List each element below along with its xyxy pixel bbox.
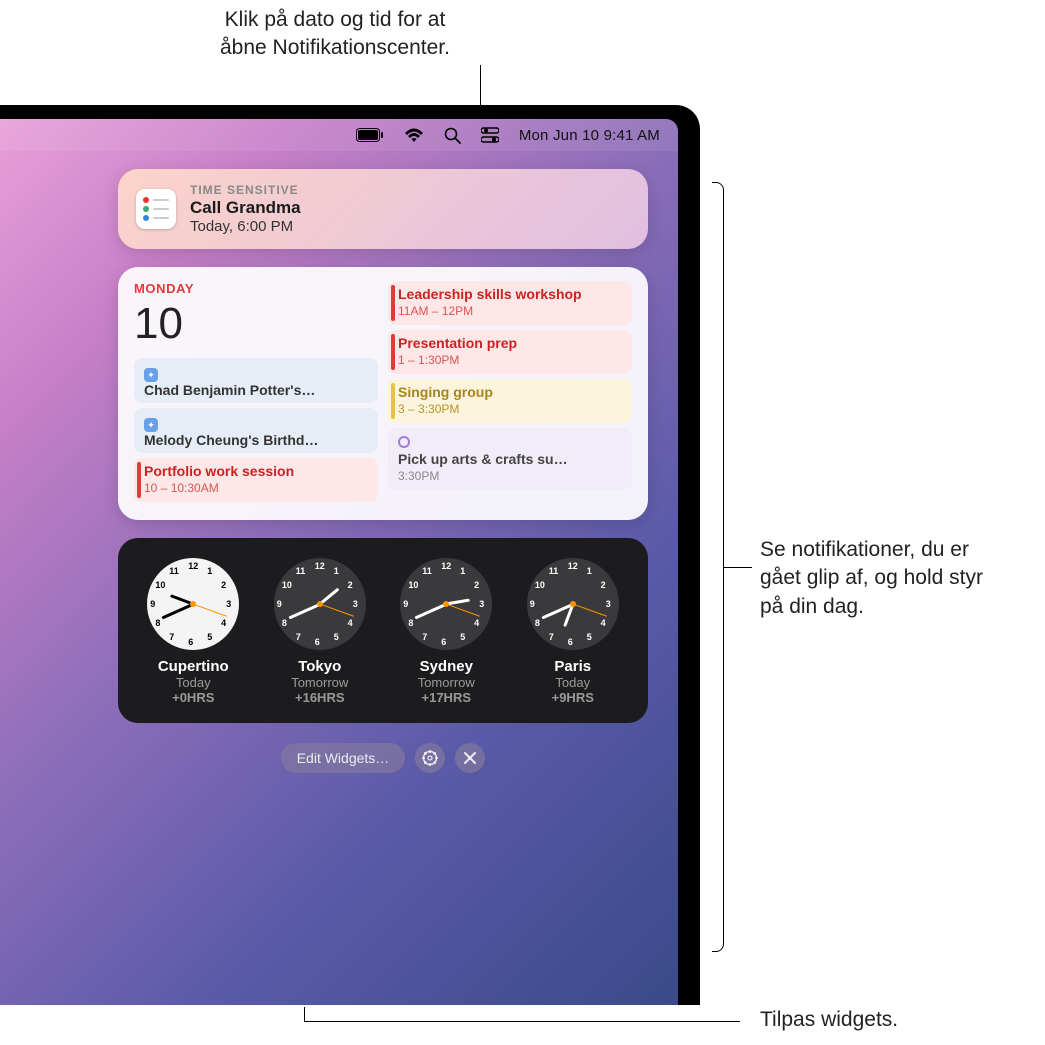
notification-card[interactable]: TIME SENSITIVE Call Grandma Today, 6:00 … [118, 169, 648, 249]
close-button[interactable] [455, 743, 485, 773]
edit-widgets-button[interactable]: Edit Widgets… [281, 743, 406, 773]
settings-gear-button[interactable] [415, 743, 445, 773]
clock-city-label: Cupertino [147, 658, 239, 675]
clock-tokyo: 123456789101112 TokyoTomorrow+16HRS [274, 558, 366, 705]
battery-icon[interactable] [356, 128, 384, 142]
clock-city-label: Sydney [400, 658, 492, 675]
control-center-icon[interactable] [481, 127, 499, 143]
calendar-widget[interactable]: MONDAY 10 ✦Chad Benjamin Potter's… ✦Melod… [118, 267, 648, 520]
calendar-day-number: 10 [134, 302, 378, 346]
calendar-day-label: MONDAY [134, 281, 378, 296]
laptop-frame: Mon Jun 10 9:41 AM TIME SENSITIVE Call G… [0, 105, 700, 1005]
spotlight-icon[interactable] [444, 127, 461, 144]
clock-day-label: Today [147, 675, 239, 690]
callout-bottom: Tilpas widgets. [760, 1006, 898, 1034]
callout-line [724, 567, 752, 568]
wifi-icon[interactable] [404, 128, 424, 143]
clock-face: 123456789101112 [527, 558, 619, 650]
menubar-datetime[interactable]: Mon Jun 10 9:41 AM [519, 127, 660, 144]
notification-body: TIME SENSITIVE Call Grandma Today, 6:00 … [190, 183, 630, 235]
notification-title: Call Grandma [190, 198, 630, 218]
calendar-event[interactable]: Leadership skills workshop11AM – 12PM [388, 281, 632, 325]
callout-top: Klik på dato og tid for atåbne Notifikat… [170, 6, 500, 63]
calendar-event[interactable]: Presentation prep1 – 1:30PM [388, 330, 632, 374]
clock-sydney: 123456789101112 SydneyTomorrow+17HRS [400, 558, 492, 705]
callout-right: Se notifikationer, du ergået glip af, og… [760, 536, 1035, 621]
clock-offset-label: +16HRS [274, 690, 366, 705]
notification-subtitle: Today, 6:00 PM [190, 218, 630, 235]
calendar-event[interactable]: ✦Chad Benjamin Potter's… [134, 358, 378, 403]
callout-bracket [712, 182, 724, 952]
clock-face: 123456789101112 [274, 558, 366, 650]
callout-line [304, 1021, 740, 1022]
clock-city-label: Paris [527, 658, 619, 675]
callout-line [304, 1007, 305, 1021]
clock-day-label: Today [527, 675, 619, 690]
calendar-event[interactable]: Singing group3 – 3:30PM [388, 379, 632, 423]
clock-cupertino: 123456789101112 CupertinoToday+0HRS [147, 558, 239, 705]
world-clock-widget[interactable]: 123456789101112CupertinoToday+0HRS123456… [118, 538, 648, 723]
clock-offset-label: +17HRS [400, 690, 492, 705]
edit-widgets-row: Edit Widgets… [118, 743, 648, 773]
clock-day-label: Tomorrow [400, 675, 492, 690]
clock-face: 123456789101112 [400, 558, 492, 650]
screen: Mon Jun 10 9:41 AM TIME SENSITIVE Call G… [0, 119, 678, 1005]
clock-offset-label: +9HRS [527, 690, 619, 705]
calendar-event[interactable]: Portfolio work session10 – 10:30AM [134, 458, 378, 502]
calendar-right-col: Leadership skills workshop11AM – 12PM Pre… [388, 281, 632, 502]
notification-center: TIME SENSITIVE Call Grandma Today, 6:00 … [118, 169, 648, 773]
menubar: Mon Jun 10 9:41 AM [0, 119, 678, 151]
calendar-event[interactable]: ✦Melody Cheung's Birthd… [134, 408, 378, 453]
clock-day-label: Tomorrow [274, 675, 366, 690]
clock-face: 123456789101112 [147, 558, 239, 650]
clock-offset-label: +0HRS [147, 690, 239, 705]
notification-tag: TIME SENSITIVE [190, 183, 630, 197]
calendar-left-col: MONDAY 10 ✦Chad Benjamin Potter's… ✦Melod… [134, 281, 378, 502]
reminders-app-icon [136, 189, 176, 229]
clock-paris: 123456789101112 ParisToday+9HRS [527, 558, 619, 705]
clock-city-label: Tokyo [274, 658, 366, 675]
calendar-event[interactable]: Pick up arts & crafts su…3:30PM [388, 428, 632, 490]
